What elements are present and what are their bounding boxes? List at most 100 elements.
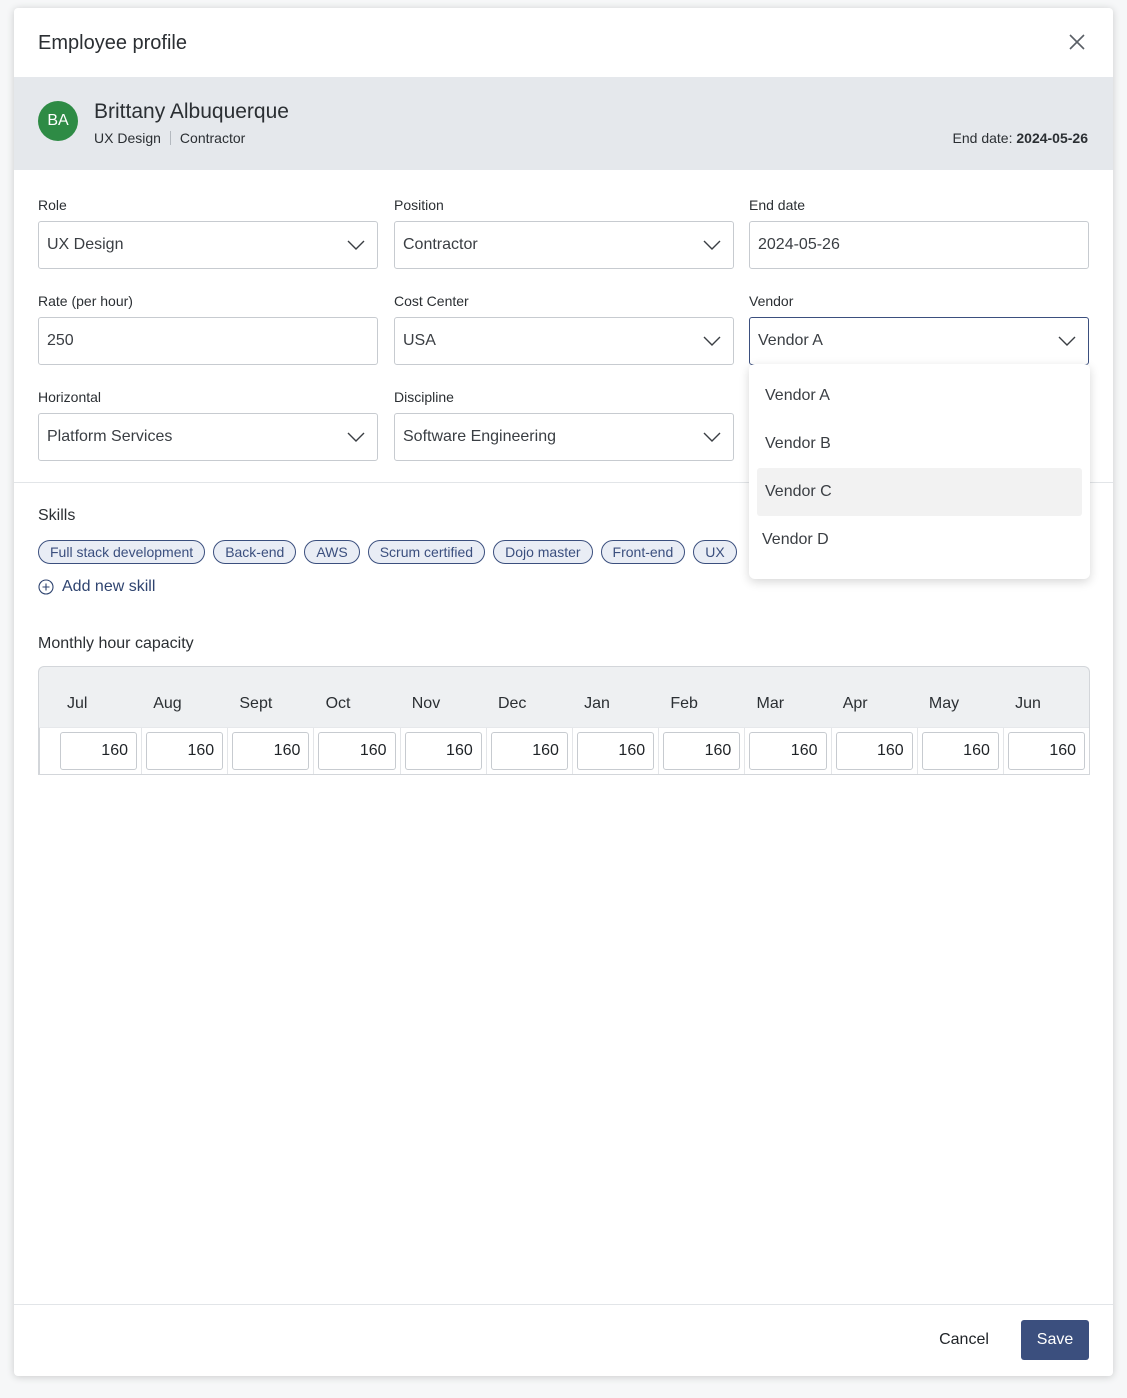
position-value: Contractor bbox=[403, 236, 478, 253]
capacity-cell bbox=[658, 728, 744, 775]
role-label: Role bbox=[38, 197, 67, 213]
vendor-option[interactable]: Vendor D bbox=[757, 516, 1082, 564]
capacity-cell bbox=[313, 728, 399, 775]
capacity-table-bottom-border bbox=[38, 774, 1090, 775]
capacity-title: Monthly hour capacity bbox=[38, 635, 194, 652]
discipline-select[interactable]: Software Engineering bbox=[394, 413, 734, 461]
skill-chip[interactable]: UX bbox=[693, 540, 737, 564]
employee-position: Contractor bbox=[179, 130, 246, 146]
month-header: Sept bbox=[239, 695, 273, 712]
role-field: Role UX Design bbox=[38, 195, 378, 269]
add-circle-icon bbox=[38, 579, 54, 595]
month-header: Apr bbox=[842, 695, 868, 712]
month-header: Nov bbox=[411, 695, 441, 712]
rate-label: Rate (per hour) bbox=[38, 293, 133, 309]
capacity-cell bbox=[485, 728, 572, 775]
vendor-option[interactable]: Vendor B bbox=[757, 420, 1082, 468]
skills-title: Skills bbox=[38, 507, 76, 524]
employee-name: Brittany Albuquerque bbox=[94, 100, 289, 123]
horizontal-label: Horizontal bbox=[38, 389, 102, 405]
end-date-summary-value: 2024-05-26 bbox=[1016, 130, 1088, 146]
capacity-input[interactable] bbox=[232, 732, 310, 770]
close-button[interactable] bbox=[1065, 30, 1089, 54]
capacity-input[interactable] bbox=[749, 732, 827, 770]
employee-role: UX Design bbox=[94, 130, 161, 146]
month-header: Feb bbox=[670, 695, 698, 712]
position-label: Position bbox=[394, 197, 444, 213]
footer-divider bbox=[14, 1304, 1113, 1305]
capacity-input[interactable] bbox=[146, 732, 224, 770]
chevron-down-icon bbox=[703, 432, 721, 442]
vendor-field: Vendor Vendor A bbox=[749, 291, 1089, 365]
chevron-down-icon bbox=[703, 336, 721, 346]
chevron-down-icon bbox=[703, 240, 721, 250]
rate-text[interactable] bbox=[47, 332, 365, 350]
horizontal-value: Platform Services bbox=[47, 428, 173, 445]
capacity-cell bbox=[227, 728, 313, 775]
position-field: Position Contractor bbox=[394, 195, 734, 269]
month-header: Oct bbox=[325, 695, 351, 712]
employee-meta: UX Design Contractor bbox=[94, 130, 245, 146]
chevron-down-icon bbox=[347, 240, 365, 250]
cost-center-value: USA bbox=[403, 332, 436, 349]
capacity-input[interactable] bbox=[404, 732, 482, 770]
horizontal-select[interactable]: Platform Services bbox=[38, 413, 378, 461]
skill-chip[interactable]: AWS bbox=[304, 540, 360, 564]
capacity-header-row: Jul Aug Sept Oct Nov Dec Jan Feb Mar Apr… bbox=[39, 667, 1089, 727]
rate-field: Rate (per hour) bbox=[38, 291, 378, 365]
capacity-input[interactable] bbox=[576, 732, 655, 770]
capacity-input[interactable] bbox=[1007, 732, 1086, 770]
vendor-value: Vendor A bbox=[758, 332, 823, 349]
cancel-button[interactable]: Cancel bbox=[924, 1320, 1004, 1360]
month-header: May bbox=[928, 695, 960, 712]
role-select[interactable]: UX Design bbox=[38, 221, 378, 269]
capacity-input[interactable] bbox=[60, 732, 137, 770]
capacity-cell bbox=[399, 728, 486, 775]
role-value: UX Design bbox=[47, 236, 124, 253]
capacity-cell bbox=[1002, 728, 1089, 775]
chevron-down-icon bbox=[347, 432, 365, 442]
employee-profile-dialog: Employee profile BA Brittany Albuquerque… bbox=[14, 8, 1113, 1376]
capacity-input[interactable] bbox=[921, 732, 999, 770]
vendor-option[interactable]: Vendor A bbox=[757, 372, 1082, 420]
add-skill-label: Add new skill bbox=[62, 578, 156, 595]
capacity-cell bbox=[744, 728, 830, 775]
skill-chip[interactable]: Back-end bbox=[213, 540, 297, 564]
capacity-input[interactable] bbox=[318, 732, 396, 770]
skills-list: Full stack development Back-end AWS Scru… bbox=[38, 540, 737, 564]
vendor-dropdown-menu: Vendor A Vendor B Vendor C Vendor D bbox=[749, 364, 1090, 579]
dialog-title: Employee profile bbox=[38, 32, 187, 54]
skill-chip[interactable]: Scrum certified bbox=[367, 540, 486, 564]
skill-chip[interactable]: Full stack development bbox=[38, 540, 206, 564]
month-header: Mar bbox=[756, 695, 785, 712]
vendor-option-hovered[interactable]: Vendor C bbox=[757, 468, 1082, 516]
add-skill-button[interactable]: Add new skill bbox=[38, 578, 155, 596]
dialog-header: Employee profile bbox=[14, 8, 1113, 77]
capacity-values-row bbox=[39, 727, 1089, 775]
cost-center-select[interactable]: USA bbox=[394, 317, 734, 365]
avatar: BA bbox=[38, 101, 78, 141]
skill-chip[interactable]: Dojo master bbox=[493, 540, 593, 564]
capacity-input[interactable] bbox=[663, 732, 741, 770]
capacity-input[interactable] bbox=[835, 732, 913, 770]
capacity-cell bbox=[571, 728, 658, 775]
capacity-cell bbox=[141, 728, 227, 775]
month-header: Dec bbox=[497, 695, 527, 712]
capacity-input[interactable] bbox=[490, 732, 568, 770]
end-date-input[interactable] bbox=[749, 221, 1089, 269]
close-icon bbox=[1069, 34, 1085, 50]
chevron-down-icon bbox=[1058, 336, 1076, 346]
vendor-select[interactable]: Vendor A bbox=[749, 317, 1089, 365]
end-date-field: End date bbox=[749, 195, 1089, 269]
discipline-label: Discipline bbox=[394, 389, 454, 405]
cost-center-field: Cost Center USA bbox=[394, 291, 734, 365]
employee-summary-banner: BA Brittany Albuquerque UX Design Contra… bbox=[14, 77, 1113, 170]
skill-chip[interactable]: Front-end bbox=[600, 540, 686, 564]
month-header: Jun bbox=[1015, 695, 1041, 712]
month-header: Jul bbox=[67, 695, 88, 712]
capacity-cell bbox=[39, 728, 141, 775]
end-date-text[interactable] bbox=[758, 236, 1076, 254]
rate-input[interactable] bbox=[38, 317, 378, 365]
position-select[interactable]: Contractor bbox=[394, 221, 734, 269]
save-button[interactable]: Save bbox=[1021, 1320, 1089, 1360]
